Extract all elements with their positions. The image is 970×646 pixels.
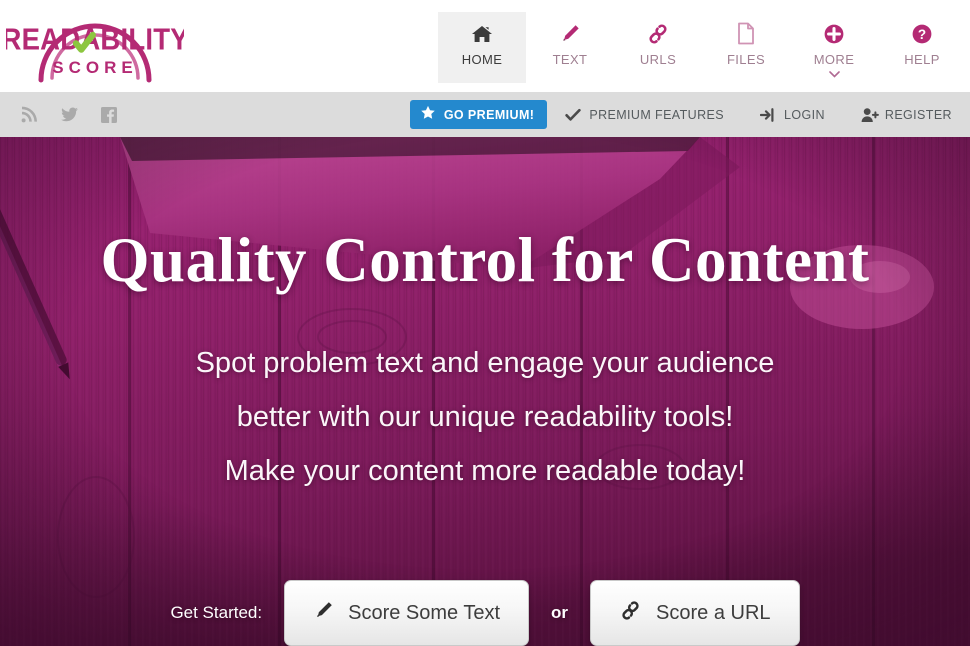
- nav-item-home[interactable]: HOME: [438, 12, 526, 83]
- go-premium-label: GO PREMIUM!: [443, 107, 535, 122]
- cta-or-label: or: [551, 603, 569, 622]
- facebook-icon: [100, 106, 118, 124]
- plus-circle-icon: [790, 22, 878, 46]
- site-header: READABILITY SCORE HOME TEXT URLS FILES M…: [0, 0, 970, 92]
- rss-icon: [20, 106, 38, 124]
- readability-score-badge-logo: READABILITY SCORE: [6, 23, 184, 83]
- main-navigation: HOME TEXT URLS FILES MORE ? HELP: [438, 12, 966, 86]
- rss-link[interactable]: [20, 106, 38, 124]
- svg-text:READABILITY: READABILITY: [6, 23, 184, 56]
- nav-label: HOME: [461, 52, 503, 67]
- star-icon: [420, 105, 436, 124]
- premium-features-link[interactable]: PREMIUM FEATURES: [547, 92, 742, 137]
- facebook-link[interactable]: [100, 106, 118, 124]
- score-some-text-label: Score Some Text: [348, 601, 501, 624]
- nav-item-urls[interactable]: URLS: [614, 12, 702, 77]
- link-icon: [619, 600, 642, 627]
- get-started-label: Get Started:: [170, 603, 263, 622]
- nav-label: TEXT: [552, 52, 588, 67]
- hero-section: Quality Control for Content Spot problem…: [0, 137, 970, 646]
- twitter-link[interactable]: [60, 106, 78, 124]
- user-plus-icon: [861, 107, 879, 123]
- cta-row: Get Started: Score Some Text or Score a …: [0, 580, 970, 646]
- file-icon: [702, 22, 790, 46]
- nav-item-more[interactable]: MORE: [790, 12, 878, 86]
- home-icon: [438, 22, 526, 46]
- nav-item-text[interactable]: TEXT: [526, 12, 614, 77]
- hero-subtitle-line-3: Make your content more readable today!: [224, 455, 746, 487]
- hero-subtitle-line-1: Spot problem text and engage your audien…: [195, 347, 775, 379]
- utility-bar-right: GO PREMIUM! PREMIUM FEATURES LOGIN REGIS…: [409, 92, 970, 137]
- premium-features-label: PREMIUM FEATURES: [589, 107, 724, 122]
- hero-title: Quality Control for Content: [100, 225, 870, 295]
- check-icon: [565, 107, 582, 123]
- score-a-url-label: Score a URL: [656, 601, 771, 624]
- chevron-down-icon: [790, 70, 878, 78]
- nav-label: URLS: [639, 52, 677, 67]
- svg-text:SCORE: SCORE: [52, 58, 137, 77]
- score-a-url-button[interactable]: Score a URL: [590, 580, 800, 646]
- pencil-icon: [526, 22, 614, 46]
- twitter-icon: [60, 106, 78, 124]
- hero-subtitle: Spot problem text and engage your audien…: [196, 336, 775, 498]
- score-some-text-button[interactable]: Score Some Text: [284, 580, 530, 646]
- nav-label: MORE: [813, 52, 855, 67]
- go-premium-button[interactable]: GO PREMIUM!: [409, 100, 548, 129]
- login-label: LOGIN: [783, 107, 825, 122]
- svg-text:?: ?: [918, 27, 926, 42]
- hero-subtitle-line-2: better with our unique readability tools…: [236, 401, 734, 433]
- site-logo[interactable]: READABILITY SCORE: [6, 0, 184, 90]
- login-link[interactable]: LOGIN: [742, 92, 843, 137]
- register-link[interactable]: REGISTER: [843, 92, 970, 137]
- register-label: REGISTER: [884, 107, 952, 122]
- hero-content: Quality Control for Content Spot problem…: [0, 137, 970, 646]
- nav-label: FILES: [726, 52, 766, 67]
- sign-in-icon: [759, 107, 776, 123]
- pencil-icon: [313, 600, 334, 627]
- nav-item-help[interactable]: ? HELP: [878, 12, 966, 77]
- nav-label: HELP: [904, 52, 940, 67]
- nav-item-files[interactable]: FILES: [702, 12, 790, 77]
- question-circle-icon: ?: [878, 22, 966, 46]
- social-links: [20, 106, 118, 124]
- link-icon: [614, 22, 702, 46]
- utility-bar: GO PREMIUM! PREMIUM FEATURES LOGIN REGIS…: [0, 92, 970, 137]
